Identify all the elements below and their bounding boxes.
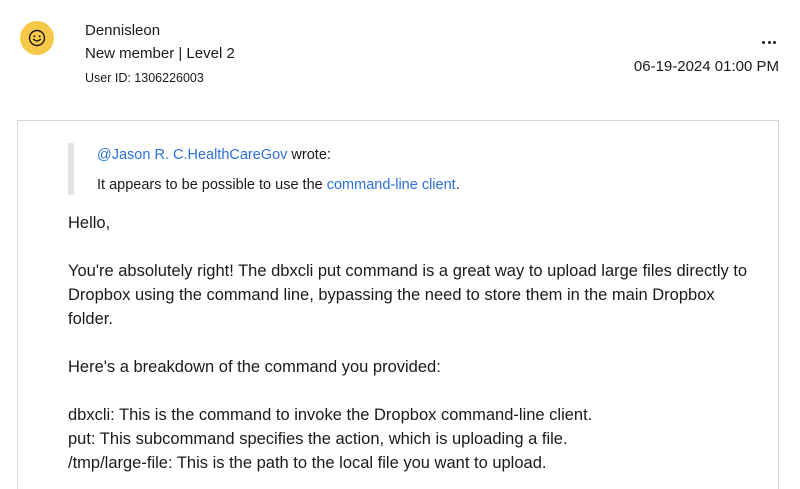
menu-dot	[767, 40, 771, 44]
command-line-client-link[interactable]: command-line client	[327, 177, 456, 193]
quote-wrote-text: wrote:	[287, 147, 331, 163]
forum-post: Dennisleon New member | Level 2 User ID:…	[0, 0, 800, 489]
more-options-icon[interactable]	[762, 38, 776, 46]
command-explanation-line: dbxcli: This is the command to invoke th…	[68, 406, 593, 424]
message-greeting: Hello,	[68, 214, 111, 232]
quote-attribution: @Jason R. C.HealthCareGov wrote:	[97, 145, 657, 165]
message-content: Hello, You're absolutely right! The dbxc…	[68, 211, 758, 475]
quote-text-after: .	[455, 177, 460, 193]
quote-text-before: It appears to be possible to use the	[97, 177, 327, 193]
quote-mention-link[interactable]: @Jason R. C.HealthCareGov	[97, 147, 287, 163]
menu-dot	[762, 40, 765, 44]
command-explanation-line: /tmp/large-file: This is the path to the…	[68, 454, 547, 472]
post-body: @Jason R. C.HealthCareGov wrote: It appe…	[17, 120, 779, 489]
author-rank: New member | Level 2	[85, 45, 235, 62]
author-info: Dennisleon New member | Level 2 User ID:…	[85, 21, 235, 87]
post-date: 06-19-2024 01:00 PM	[633, 58, 779, 75]
quote-text: It appears to be possible to use the com…	[97, 175, 657, 195]
quote-block: @Jason R. C.HealthCareGov wrote: It appe…	[68, 143, 657, 195]
author-name[interactable]: Dennisleon	[85, 21, 235, 41]
avatar[interactable]	[20, 21, 54, 55]
message-paragraph: Here's a breakdown of the command you pr…	[68, 358, 441, 376]
post-header: Dennisleon New member | Level 2 User ID:…	[0, 0, 800, 112]
smiley-face-icon	[28, 29, 46, 47]
message-paragraph: You're absolutely right! The dbxcli put …	[68, 262, 748, 328]
command-explanation-line: put: This subcommand specifies the actio…	[68, 430, 568, 448]
menu-dot	[773, 40, 776, 44]
author-user-id: User ID: 1306226003	[85, 71, 204, 85]
